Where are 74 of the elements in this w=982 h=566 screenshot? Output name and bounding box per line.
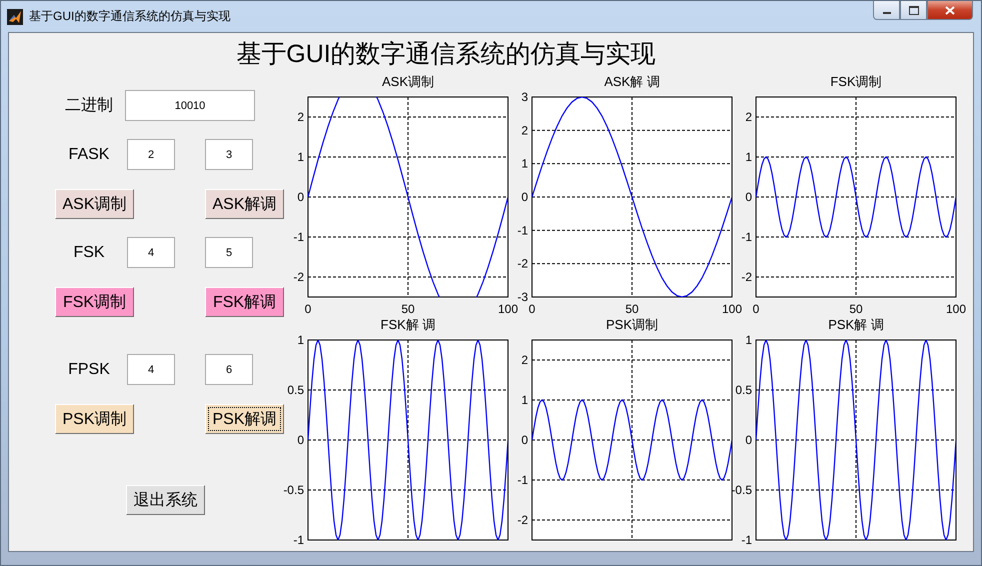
app-heading: 基于GUI的数字通信系统的仿真与实现 — [235, 39, 657, 70]
tick-label: -1 — [517, 223, 528, 238]
tick-label: -2 — [517, 256, 528, 271]
tick-label: -2 — [741, 270, 752, 284]
minimize-button[interactable] — [873, 1, 900, 20]
maximize-button[interactable] — [900, 1, 927, 20]
tick-label: 0 — [521, 433, 528, 447]
action-button[interactable]: PSK调制 — [55, 404, 134, 434]
input-field[interactable]: 6 — [205, 354, 253, 385]
close-button[interactable] — [927, 1, 973, 20]
binary-input-field[interactable]: 10010 — [125, 90, 255, 121]
tick-label: -1 — [517, 473, 528, 487]
chart-title: PSK调制 — [606, 317, 658, 333]
tick-label: 2 — [297, 110, 304, 124]
app-icon — [7, 8, 23, 24]
field-label: FPSK — [67, 360, 111, 378]
action-button[interactable]: ASK解调 — [205, 189, 284, 219]
close-icon — [945, 6, 955, 14]
input-field[interactable]: 3 — [205, 139, 253, 170]
tick-label: 2 — [745, 110, 752, 124]
tick-label: -0.5 — [283, 483, 304, 497]
chart-title: FSK解 调 — [380, 317, 436, 333]
window-title: 基于GUI的数字通信系统的仿真与实现 — [29, 8, 230, 25]
tick-label: -3 — [517, 290, 528, 304]
minimize-icon — [882, 12, 890, 14]
chart-title: ASK调制 — [382, 74, 434, 90]
tick-label: 0 — [297, 433, 304, 447]
tick-label: 50 — [401, 302, 415, 316]
tick-label: 0 — [304, 302, 312, 316]
tick-label: -1 — [293, 533, 304, 547]
maximize-icon — [908, 6, 918, 14]
tick-label: 100 — [498, 302, 518, 316]
action-button[interactable]: FSK调制 — [55, 287, 134, 317]
tick-label: 0 — [297, 190, 304, 204]
tick-label: 0 — [528, 302, 536, 316]
tick-label: 0 — [745, 190, 752, 204]
tick-label: 1 — [521, 156, 528, 171]
input-field[interactable]: 4 — [127, 237, 175, 268]
tick-label: 50 — [849, 302, 863, 316]
field-label: FSK — [72, 244, 106, 262]
tick-label: 3 — [521, 90, 528, 104]
action-button[interactable]: FSK解调 — [205, 287, 284, 317]
tick-label: 0.5 — [287, 383, 304, 397]
action-button[interactable]: ASK调制 — [55, 189, 134, 219]
field-label: FASK — [68, 146, 110, 164]
tick-label: 100 — [722, 302, 742, 316]
tick-label: 50 — [625, 302, 639, 316]
tick-label: 0.5 — [735, 383, 752, 397]
tick-label: -1 — [741, 533, 752, 547]
tick-label: 1 — [521, 393, 528, 407]
tick-label: 0 — [745, 433, 752, 447]
input-field[interactable]: 2 — [127, 139, 175, 170]
tick-label: 0 — [521, 190, 528, 204]
input-field[interactable]: 5 — [205, 237, 253, 268]
tick-label: 2 — [521, 353, 528, 367]
tick-label: 2 — [521, 123, 528, 138]
tick-label: -2 — [293, 270, 304, 284]
tick-label: 0 — [752, 302, 760, 316]
chart-title: ASK解 调 — [604, 74, 660, 90]
tick-label: 100 — [946, 302, 966, 316]
tick-label: 1 — [745, 150, 752, 164]
field-label: 二进制 — [64, 96, 114, 116]
chart-title: PSK解 调 — [828, 317, 884, 333]
action-button[interactable]: PSK解调 — [205, 404, 284, 434]
input-field[interactable]: 4 — [127, 354, 175, 385]
exit-button[interactable]: 退出系统 — [126, 485, 205, 515]
tick-label: -2 — [517, 513, 528, 527]
tick-label: -0.5 — [731, 483, 752, 497]
tick-label: -1 — [741, 230, 752, 244]
tick-label: -1 — [293, 230, 304, 244]
tick-label: 1 — [297, 150, 304, 164]
tick-label: 1 — [745, 333, 752, 347]
tick-label: 1 — [297, 333, 304, 347]
chart-title: FSK调制 — [830, 74, 882, 90]
